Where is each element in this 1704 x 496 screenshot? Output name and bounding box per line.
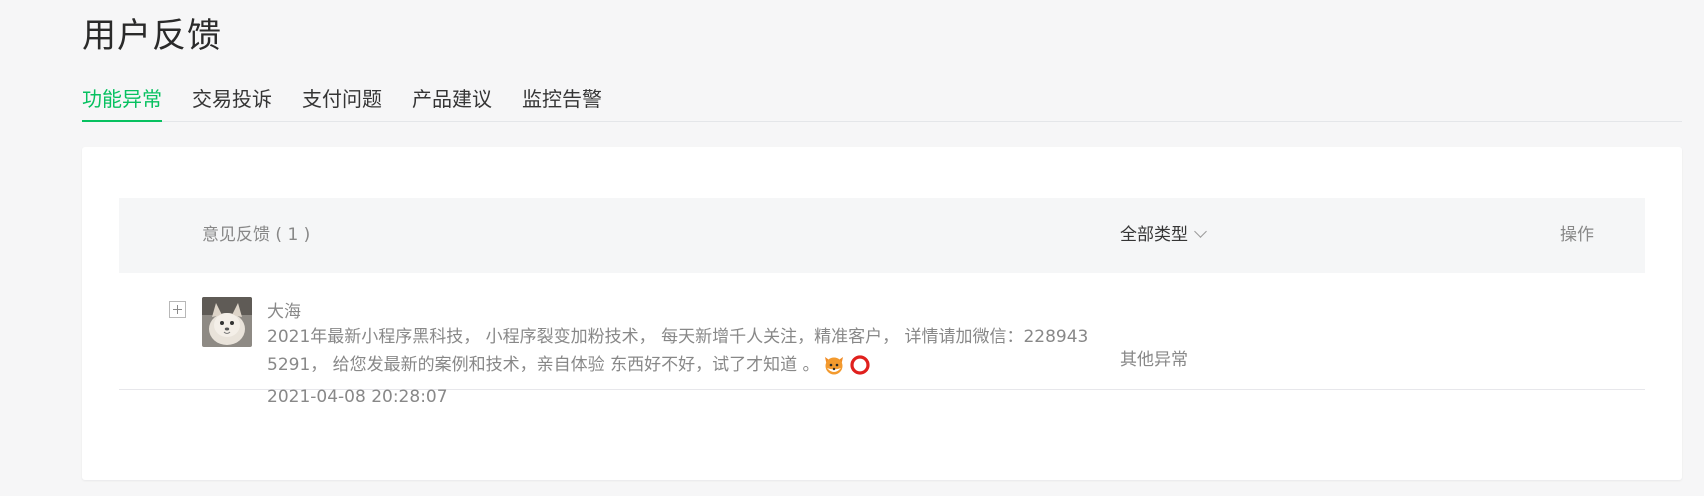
type-filter-dropdown[interactable]: 全部类型 bbox=[1120, 198, 1207, 273]
chevron-down-icon bbox=[1194, 225, 1207, 238]
operation-column-header: 操作 bbox=[1560, 225, 1594, 245]
tab-monitor-alert[interactable]: 监控告警 bbox=[522, 82, 602, 121]
feedback-type: 其他异常 bbox=[1120, 350, 1188, 370]
fox-face-icon bbox=[823, 354, 845, 376]
expand-row-button[interactable] bbox=[169, 301, 186, 318]
tab-transaction-complaint[interactable]: 交易投诉 bbox=[192, 82, 272, 121]
feedback-card: 意见反馈 ( 1 ) 全部类型 操作 大海 2021年最新小程序黑科技， 小程序… bbox=[82, 147, 1682, 480]
feedback-user-name: 大海 bbox=[267, 302, 301, 322]
feedback-content: 2021年最新小程序黑科技， 小程序裂变加粉技术， 每天新增千人关注，精准客户，… bbox=[267, 323, 1089, 379]
table-header: 意见反馈 ( 1 ) 全部类型 操作 bbox=[119, 198, 1645, 273]
table-row: 大海 2021年最新小程序黑科技， 小程序裂变加粉技术， 每天新增千人关注，精准… bbox=[119, 273, 1645, 407]
feedback-column-header: 意见反馈 ( 1 ) bbox=[202, 225, 311, 245]
tab-payment-issue[interactable]: 支付问题 bbox=[302, 82, 382, 121]
feedback-content-text: 2021年最新小程序黑科技， 小程序裂变加粉技术， 每天新增千人关注，精准客户，… bbox=[267, 327, 1089, 375]
red-circle-icon bbox=[849, 354, 871, 376]
tab-bar: 功能异常 交易投诉 支付问题 产品建议 监控告警 bbox=[82, 82, 1682, 122]
avatar bbox=[202, 297, 252, 347]
tab-product-suggestion[interactable]: 产品建议 bbox=[412, 82, 492, 121]
feedback-time: 2021-04-08 20:28:07 bbox=[267, 387, 448, 407]
tab-function-error[interactable]: 功能异常 bbox=[82, 82, 162, 122]
page-title: 用户反馈 bbox=[82, 16, 222, 56]
type-filter-label: 全部类型 bbox=[1120, 225, 1188, 245]
